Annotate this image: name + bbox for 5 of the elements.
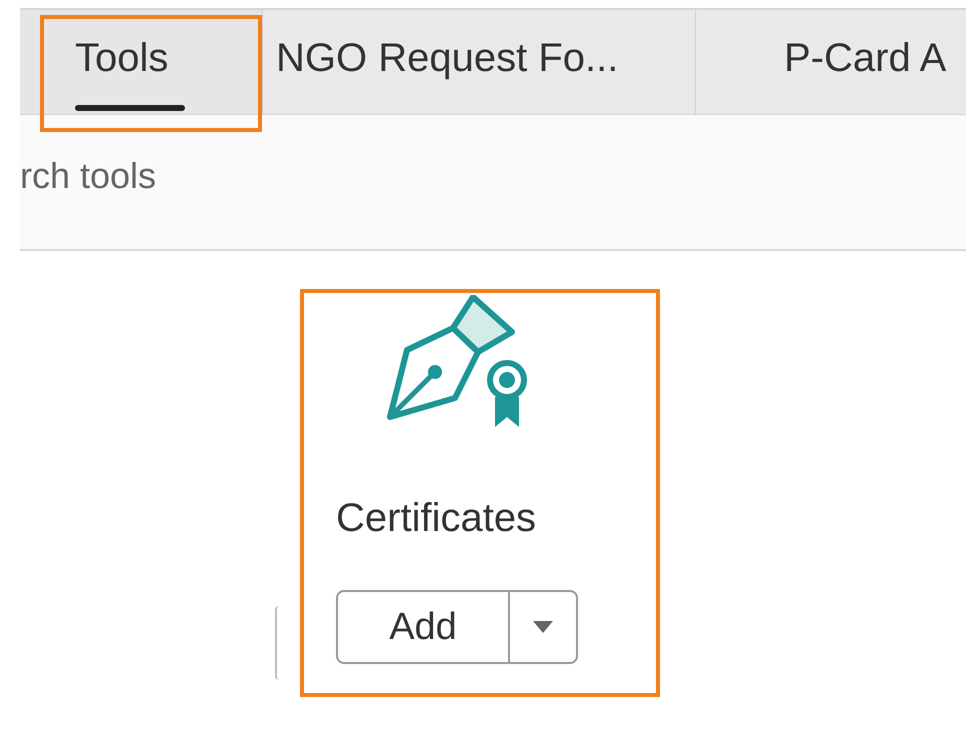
tool-card[interactable]: Certificates Add <box>300 289 660 697</box>
caret-icon[interactable] <box>533 621 553 633</box>
tool-title: Certificates <box>336 498 538 538</box>
add-split-button[interactable]: Add <box>336 590 578 664</box>
pen-certificate-icon <box>385 295 530 430</box>
